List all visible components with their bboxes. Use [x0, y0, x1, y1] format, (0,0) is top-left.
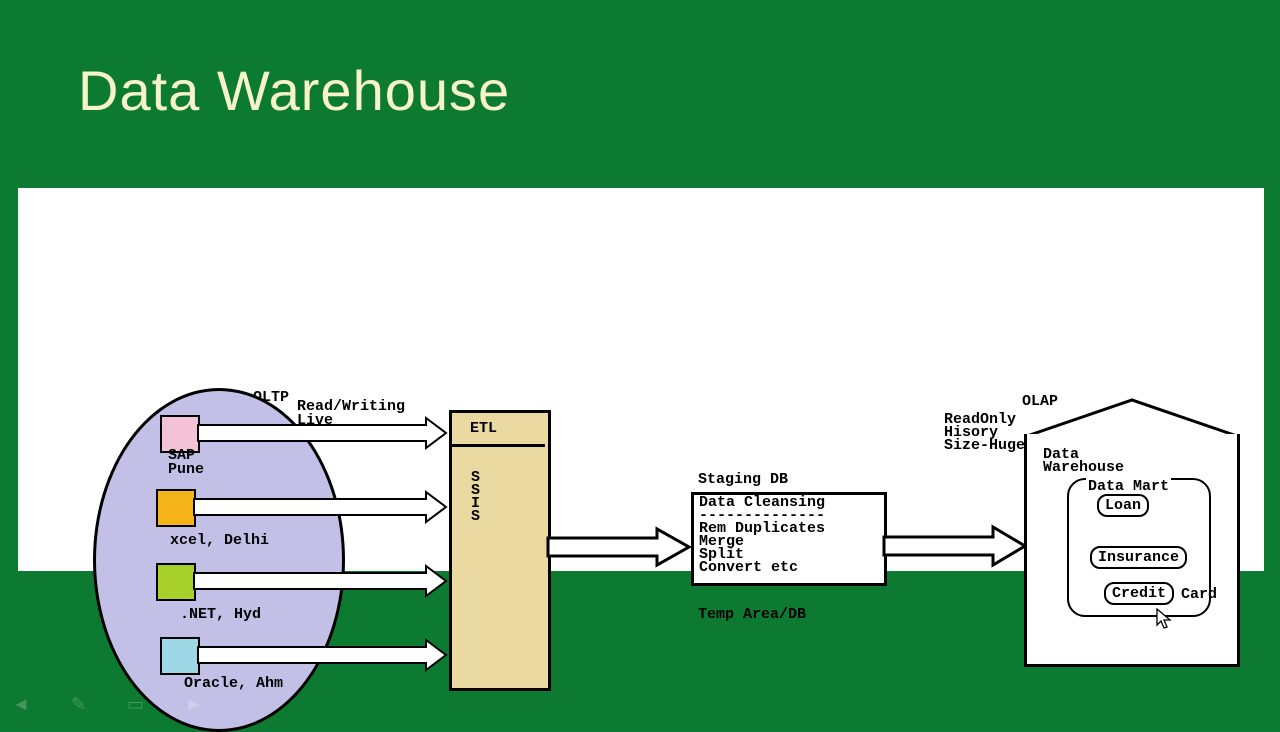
- arrow-net-etl: [192, 564, 450, 598]
- arrow-etl-staging: [545, 526, 693, 568]
- mart-loan: Loan: [1097, 494, 1149, 517]
- staging-body: Data Cleansing -------------- Rem Duplic…: [699, 496, 825, 574]
- arrow-xcel-etl: [192, 490, 450, 524]
- staging-footer: Temp Area/DB: [698, 606, 806, 623]
- etl-header: ETL: [470, 420, 497, 437]
- source-net: [156, 563, 196, 601]
- source-xcel-label: xcel, Delhi: [170, 532, 269, 549]
- source-net-label: .NET, Hyd: [180, 606, 261, 623]
- etl-box: [449, 410, 551, 691]
- source-sap-label: SAP Pune: [168, 449, 204, 477]
- etl-separator: [449, 444, 545, 447]
- data-mart-label: Data Mart: [1086, 478, 1171, 495]
- slide-nav-hints[interactable]: ◄ ✎ ▭ ►: [12, 694, 221, 715]
- arrow-sap-etl: [196, 416, 450, 450]
- olap-note: ReadOnly Hisory Size-Huge: [944, 413, 1025, 452]
- mart-insurance: Insurance: [1090, 546, 1187, 569]
- source-oracle-label: Oracle, Ahm: [184, 675, 283, 692]
- slide: Data Warehouse OLTP Read/Writing Live SA…: [0, 0, 1280, 720]
- page-title: Data Warehouse: [78, 58, 510, 123]
- diagram-canvas: OLTP Read/Writing Live SAP Pune xcel, De…: [18, 188, 1264, 571]
- arrow-staging-dw: [881, 524, 1029, 568]
- source-oracle: [160, 637, 200, 675]
- etl-body: S S I S: [471, 471, 480, 523]
- warehouse-roof-icon: [1024, 396, 1240, 438]
- dw-label: Data Warehouse: [1043, 448, 1124, 474]
- source-xcel: [156, 489, 196, 527]
- mart-credit: Credit: [1104, 582, 1174, 605]
- staging-header: Staging DB: [698, 471, 788, 488]
- arrow-oracle-etl: [196, 638, 450, 672]
- cursor-icon: [1156, 608, 1174, 630]
- mart-credit-overflow: Card: [1181, 586, 1217, 603]
